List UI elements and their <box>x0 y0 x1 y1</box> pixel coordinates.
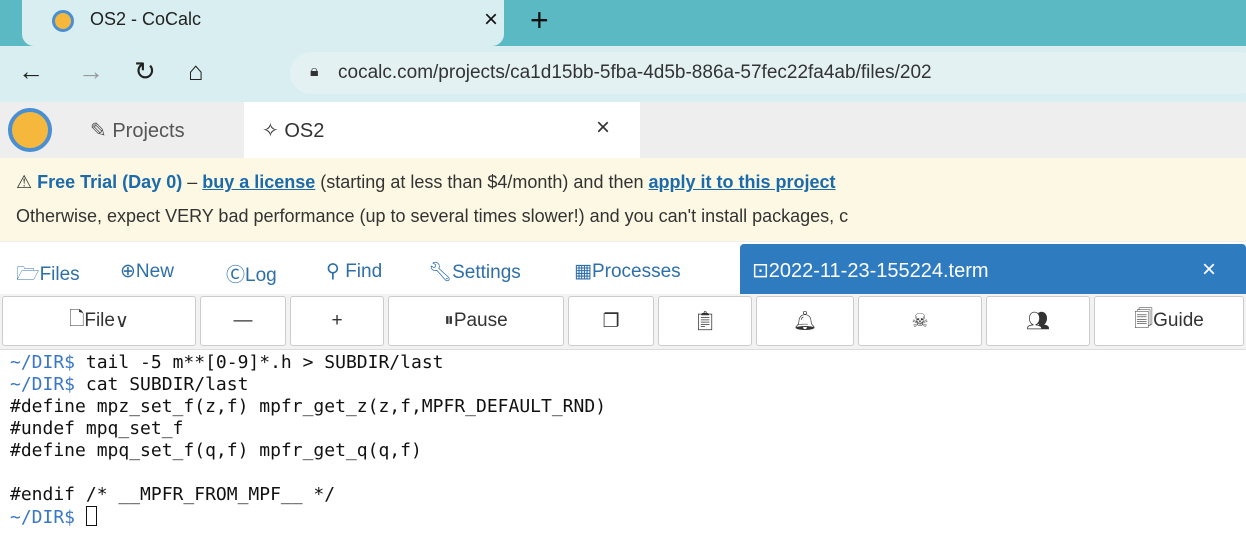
terminal-line: ~/DIR$ tail -5 m**[0-9]*.h > SUBDIR/last <box>10 352 1236 374</box>
pause-button[interactable]: ⏸︎ Pause <box>388 296 564 346</box>
projects-tab-label: Projects <box>112 120 185 142</box>
browser-tab-title: OS2 - CoCalc <box>90 9 202 29</box>
terminal-line: #define mpz_set_f(z,f) mpfr_get_z(z,f,MP… <box>10 396 1236 418</box>
terminal-cursor <box>85 506 97 526</box>
project-tab-os2[interactable]: ✧ OS2 × <box>244 102 640 158</box>
nav-settings[interactable]: 🔧︎Settings <box>428 260 521 284</box>
paste-icon: 📋︎ <box>692 311 718 332</box>
terminal-line: #define mpq_set_f(q,f) mpfr_get_q(q,f) <box>10 440 1236 462</box>
copy-icon: ❐ <box>602 310 620 332</box>
home-icon[interactable]: ⌂ <box>188 56 204 87</box>
trial-warning-banner: ⚠ Free Trial (Day 0) – buy a license (st… <box>0 158 1246 242</box>
terminal-file-name: 2022-11-23-155224.term <box>768 260 989 282</box>
project-icon: ✧ <box>262 120 285 142</box>
pause-label: Pause <box>453 310 508 331</box>
reload-icon[interactable]: ↻ <box>134 56 156 87</box>
terminal-prompt: ~/DIR$ <box>10 374 76 395</box>
banner-line-1: ⚠ Free Trial (Day 0) – buy a license (st… <box>16 172 836 193</box>
terminal-line-text: #endif /* __MPFR_FROM_MPF__ */ <box>10 484 336 505</box>
terminal-line: #undef mpq_set_f <box>10 418 1236 440</box>
wrench-icon: 🔧︎ <box>428 262 453 283</box>
terminal-prompt: ~/DIR$ <box>10 507 76 528</box>
nav-processes-label: Processes <box>591 261 681 282</box>
terminal-icon: ⊡ <box>752 260 769 282</box>
buy-license-link[interactable]: buy a license <box>202 172 315 192</box>
clear-users-button[interactable]: 👥︎ <box>986 296 1090 346</box>
guide-label: Guide <box>1153 310 1204 331</box>
apply-license-link[interactable]: apply it to this project <box>649 172 836 192</box>
browser-toolbar: ← → ↻ ⌂ 🔒︎ cocalc.com/projects/ca1d15bb-… <box>0 46 1246 102</box>
pause-icon: ⏸︎ <box>444 310 454 331</box>
terminal-line-text: tail -5 m**[0-9]*.h > SUBDIR/last <box>75 352 444 373</box>
nav-log[interactable]: ⒸLog <box>226 260 277 287</box>
nav-new[interactable]: ⊕New <box>120 260 174 283</box>
history-icon: Ⓒ <box>226 265 246 286</box>
lock-icon[interactable]: 🔒︎ <box>310 63 319 81</box>
bell-icon: 🔔︎ <box>792 311 818 332</box>
nav-log-label: Log <box>245 265 277 286</box>
terminal-file-tab[interactable]: ⊡2022-11-23-155224.term × <box>740 244 1246 294</box>
browser-tab[interactable]: OS2 - CoCalc × <box>22 0 504 46</box>
cocalc-top-bar: ✎ Projects ✧ OS2 × <box>0 102 1246 158</box>
kill-button[interactable]: ☠ <box>858 296 982 346</box>
file-menu-label: File <box>84 310 115 331</box>
guide-icon: 🗐︎ <box>1134 309 1154 330</box>
nav-find-label: Find <box>345 261 383 282</box>
nav-files-label: Files <box>39 264 80 285</box>
file-icon: 🗋︎ <box>69 309 85 330</box>
browser-tab-close-button[interactable]: × <box>484 6 498 34</box>
terminal-line-text: #define mpq_set_f(q,f) mpfr_get_q(q,f) <box>10 440 422 461</box>
terminal-prompt: ~/DIR$ <box>10 352 76 373</box>
cocalc-logo-icon[interactable] <box>8 108 52 152</box>
nav-settings-label: Settings <box>452 262 521 283</box>
terminal-tab-close-button[interactable]: × <box>1202 256 1216 284</box>
terminal-line: ~/DIR$ <box>10 506 1236 528</box>
increase-font-button[interactable]: + <box>290 296 384 346</box>
terminal-output[interactable]: ~/DIR$ tail -5 m**[0-9]*.h > SUBDIR/last… <box>0 350 1246 554</box>
warning-icon: ⚠ <box>16 172 38 192</box>
new-tab-button[interactable]: + <box>530 2 549 39</box>
folder-icon: 🗁︎ <box>16 264 40 285</box>
terminal-line: #endif /* __MPFR_FROM_MPF__ */ <box>10 484 1236 506</box>
edit-icon: ✎ <box>90 120 113 142</box>
trial-label: Free Trial (Day 0) <box>37 172 183 192</box>
project-nav: 🗁︎Files ⊕New ⒸLog ⚲ Find 🔧︎Settings ▦Pro… <box>0 242 1246 294</box>
terminal-line-text: #define mpz_set_f(z,f) mpfr_get_z(z,f,MP… <box>10 396 607 417</box>
users-remove-icon: 👥︎ <box>1025 311 1051 332</box>
project-tab-label: OS2 <box>284 120 325 142</box>
plus-circle-icon: ⊕ <box>120 261 136 282</box>
terminal-line: ~/DIR$ cat SUBDIR/last <box>10 374 1236 396</box>
nav-files[interactable]: 🗁︎Files <box>16 260 80 292</box>
paste-button[interactable]: 📋︎ <box>658 296 752 346</box>
decrease-font-button[interactable]: — <box>200 296 286 346</box>
nav-find[interactable]: ⚲ Find <box>326 260 382 283</box>
project-tab-close-button[interactable]: × <box>596 114 610 142</box>
back-arrow-icon[interactable]: ← <box>18 56 44 87</box>
projects-tab[interactable]: ✎ Projects <box>90 118 185 143</box>
chevron-down-icon: ∨ <box>114 310 129 332</box>
banner-middle-text: (starting at less than $4/month) and the… <box>315 172 649 192</box>
forward-arrow-icon[interactable]: → <box>78 56 104 87</box>
url-text[interactable]: cocalc.com/projects/ca1d15bb-5fba-4d5b-8… <box>338 62 932 84</box>
file-menu-button[interactable]: 🗋︎ File ∨ <box>2 296 196 346</box>
nav-processes[interactable]: ▦Processes <box>574 260 681 283</box>
terminal-toolbar: 🗋︎ File ∨ — + ⏸︎ Pause ❐ 📋︎ 🔔︎ ☠ 👥︎ 🗐︎ G… <box>0 294 1246 350</box>
banner-line-2: Otherwise, expect VERY bad performance (… <box>16 206 849 226</box>
cocalc-favicon-icon <box>52 10 74 32</box>
terminal-line-text: #undef mpq_set_f <box>10 418 184 439</box>
processes-icon: ▦ <box>574 261 592 282</box>
guide-button[interactable]: 🗐︎ Guide <box>1094 296 1244 346</box>
terminal-line-text: cat SUBDIR/last <box>75 374 249 395</box>
nav-new-label: New <box>135 261 174 282</box>
banner-dash: – <box>182 172 203 192</box>
address-bar[interactable]: 🔒︎ cocalc.com/projects/ca1d15bb-5fba-4d5… <box>290 52 1246 94</box>
bell-button[interactable]: 🔔︎ <box>756 296 854 346</box>
skull-icon: ☠ <box>911 310 929 332</box>
browser-tab-strip: OS2 - CoCalc × + <box>0 0 1246 46</box>
copy-button[interactable]: ❐ <box>568 296 654 346</box>
search-icon: ⚲ <box>326 261 346 282</box>
